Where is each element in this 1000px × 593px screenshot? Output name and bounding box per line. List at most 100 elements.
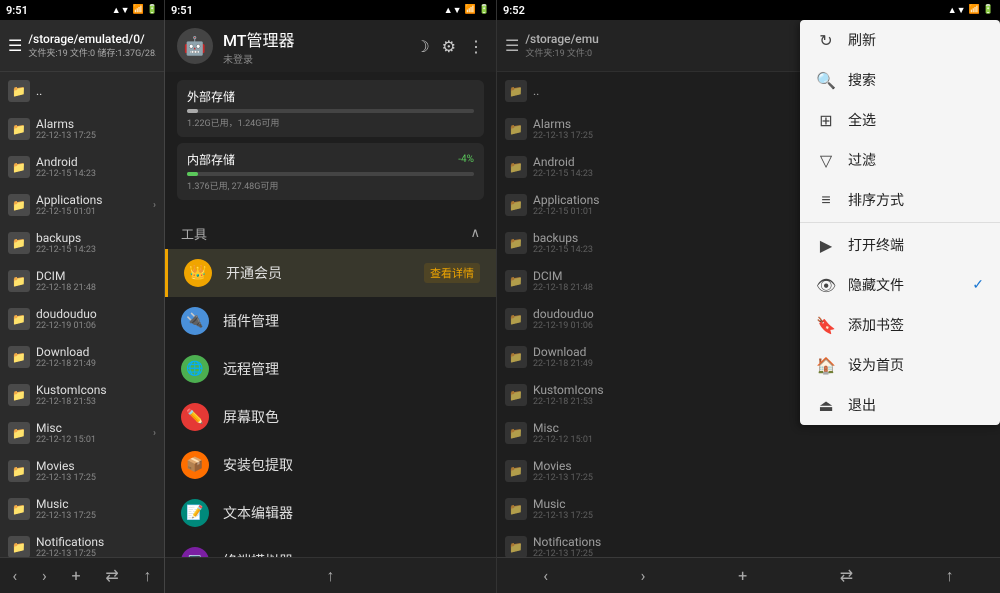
- list-item[interactable]: 📁 Android 22-12-15 14:23: [0, 148, 164, 186]
- sort-icon: ≡: [816, 190, 836, 210]
- dropdown-select-all[interactable]: ⊞ 全选: [800, 100, 1000, 140]
- text-editor-menu-item[interactable]: 📝 文本编辑器: [165, 489, 496, 537]
- list-item[interactable]: 📁 Misc 22-12-12 15:01 ›: [0, 414, 164, 452]
- folder-icon: 📁: [8, 270, 30, 292]
- middle-panel: 🤖 MT管理器 未登录 ☽ ⚙ ⋮ 外部存储: [165, 20, 497, 593]
- dropdown-open-terminal[interactable]: ▶ 打开终端: [800, 225, 1000, 265]
- list-item[interactable]: 📁 backups 22-12-15 14:23: [0, 224, 164, 262]
- app-subtitle: 未登录: [223, 51, 405, 66]
- nav-forward-button[interactable]: ›: [34, 562, 55, 589]
- folder-icon: 📁: [8, 346, 30, 368]
- status-time-right: 9:52: [503, 4, 525, 17]
- up-button[interactable]: ↑: [136, 562, 160, 590]
- remote-icon: 🌐: [181, 355, 209, 383]
- middle-up-button[interactable]: ↑: [317, 562, 345, 590]
- text-editor-icon: 📝: [181, 499, 209, 527]
- left-panel-path: /storage/emulated/0/: [28, 32, 156, 46]
- list-item[interactable]: 📁 DCIM 22-12-18 21:48: [0, 262, 164, 300]
- bookmark-icon: 🔖: [816, 316, 836, 335]
- right-nav-forward-button[interactable]: ›: [633, 562, 654, 589]
- terminal-icon: ▶: [816, 236, 836, 255]
- apk-icon: 📦: [181, 451, 209, 479]
- dropdown-hidden-files[interactable]: 👁 隐藏文件 ✓: [800, 265, 1000, 305]
- plugin-icon: 🔌: [181, 307, 209, 335]
- exit-icon: ⏏: [816, 396, 836, 415]
- list-item[interactable]: 📁 Applications 22-12-15 01:01 ›: [0, 186, 164, 224]
- dropdown-menu: ↻ 刷新 🔍 搜索 ⊞ 全选 ▽ 过滤 ≡ 排序方式 ▶ 打开终端: [800, 20, 1000, 425]
- right-panel: ☰ /storage/emu 文件夹:19 文件:0 ⋮ 📁 .. 📁 Alar…: [497, 20, 1000, 593]
- dropdown-search-label: 搜索: [848, 70, 984, 90]
- external-storage-item[interactable]: 外部存储 1.22G已用，1.24G可用: [177, 80, 484, 137]
- collapse-icon[interactable]: ∧: [470, 226, 480, 241]
- plugin-menu-item[interactable]: 🔌 插件管理: [165, 297, 496, 345]
- dropdown-sort[interactable]: ≡ 排序方式: [800, 180, 1000, 220]
- internal-storage-item[interactable]: 内部存储 -4% 1.376已用, 27.48G可用: [177, 143, 484, 200]
- vip-menu-item[interactable]: 👑 开通会员 查看详情: [165, 249, 496, 297]
- right-transfer-button[interactable]: ⇄: [832, 562, 861, 589]
- dropdown-sort-label: 排序方式: [848, 190, 984, 210]
- folder-icon: 📁: [8, 460, 30, 482]
- terminal-icon: 💻: [181, 547, 209, 557]
- dropdown-hidden-label: 隐藏文件: [848, 275, 960, 295]
- filter-icon: ▽: [816, 151, 836, 170]
- list-item[interactable]: 📁 Music 22-12-13 17:25: [0, 490, 164, 528]
- dropdown-refresh[interactable]: ↻ 刷新: [800, 20, 1000, 60]
- tools-section-header: 工具 ∧: [165, 218, 496, 249]
- vip-action[interactable]: 查看详情: [424, 263, 480, 283]
- plugin-label: 插件管理: [223, 311, 480, 331]
- internal-storage-percent: -4%: [458, 154, 474, 165]
- left-menu-icon[interactable]: ☰: [8, 36, 22, 55]
- folder-icon: 📁: [8, 194, 30, 216]
- external-storage-detail: 1.22G已用，1.24G可用: [187, 116, 474, 129]
- right-nav-back-button[interactable]: ‹: [535, 562, 556, 589]
- dropdown-refresh-label: 刷新: [848, 30, 984, 50]
- list-item[interactable]: 📁 ..: [0, 72, 164, 110]
- folder-icon: 📁: [8, 308, 30, 330]
- apk-label: 安装包提取: [223, 455, 480, 475]
- right-bottom-toolbar: ‹ › + ⇄ ↑: [497, 557, 1000, 593]
- dropdown-bookmark-label: 添加书签: [848, 315, 984, 335]
- text-editor-label: 文本编辑器: [223, 503, 480, 523]
- settings-icon[interactable]: ⚙: [442, 37, 456, 56]
- dropdown-terminal-label: 打开终端: [848, 235, 984, 255]
- folder-icon: 📁: [8, 80, 30, 102]
- dropdown-exit[interactable]: ⏏ 退出: [800, 385, 1000, 425]
- moon-icon[interactable]: ☽: [415, 37, 429, 56]
- list-item[interactable]: 📁 doudouduo 22-12-19 01:06: [0, 300, 164, 338]
- terminal-menu-item[interactable]: 💻 终端模拟器: [165, 537, 496, 557]
- dropdown-select-all-label: 全选: [848, 110, 984, 130]
- select-all-icon: ⊞: [816, 111, 836, 130]
- list-item[interactable]: 📁 Notifications 22-12-13 17:25: [0, 528, 164, 557]
- checkmark-icon: ✓: [972, 277, 984, 293]
- add-button[interactable]: +: [64, 562, 89, 589]
- search-icon: 🔍: [816, 71, 836, 90]
- dropdown-search[interactable]: 🔍 搜索: [800, 60, 1000, 100]
- list-item[interactable]: 📁 Movies 22-12-13 17:25: [0, 452, 164, 490]
- external-storage-label: 外部存储: [187, 88, 235, 105]
- right-up-button[interactable]: ↑: [938, 562, 962, 590]
- list-item[interactable]: 📁 Alarms 22-12-13 17:25: [0, 110, 164, 148]
- right-add-button[interactable]: +: [730, 562, 755, 589]
- folder-icon: 📁: [8, 156, 30, 178]
- folder-icon: 📁: [8, 498, 30, 520]
- vip-label: 开通会员: [226, 263, 410, 283]
- middle-panel-header: 🤖 MT管理器 未登录 ☽ ⚙ ⋮: [165, 20, 496, 72]
- eye-icon: 👁: [816, 276, 836, 295]
- vip-icon: 👑: [184, 259, 212, 287]
- dropdown-bookmark[interactable]: 🔖 添加书签: [800, 305, 1000, 345]
- dropdown-filter[interactable]: ▽ 过滤: [800, 140, 1000, 180]
- remote-menu-item[interactable]: 🌐 远程管理: [165, 345, 496, 393]
- tools-section: 工具 ∧ 👑 开通会员 查看详情 🔌 插件管理 🌐 远程管理: [165, 214, 496, 557]
- dropdown-set-home[interactable]: 🏠 设为首页: [800, 345, 1000, 385]
- list-item[interactable]: 📁 Download 22-12-18 21:49: [0, 338, 164, 376]
- dropdown-filter-label: 过滤: [848, 150, 984, 170]
- nav-back-button[interactable]: ‹: [4, 562, 25, 589]
- list-item[interactable]: 📁 KustomIcons 22-12-18 21:53: [0, 376, 164, 414]
- more-options-icon[interactable]: ⋮: [468, 37, 484, 56]
- color-icon: ✏️: [181, 403, 209, 431]
- color-menu-item[interactable]: ✏️ 屏幕取色: [165, 393, 496, 441]
- transfer-button[interactable]: ⇄: [97, 562, 126, 589]
- color-label: 屏幕取色: [223, 407, 480, 427]
- apk-menu-item[interactable]: 📦 安装包提取: [165, 441, 496, 489]
- home-icon: 🏠: [816, 356, 836, 375]
